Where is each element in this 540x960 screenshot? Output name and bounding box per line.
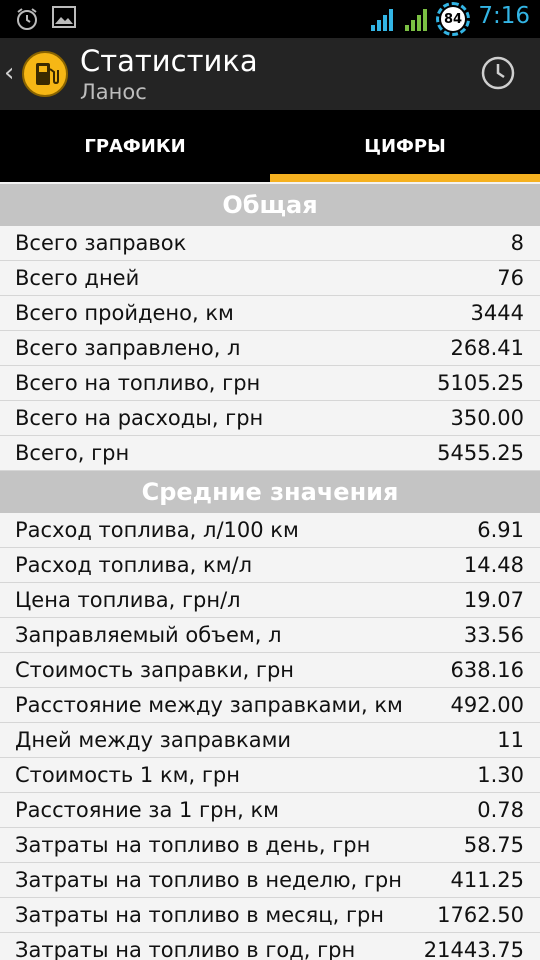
row-label: Расход топлива, л/100 км	[15, 518, 299, 542]
list-item: Всего на топливо, грн 5105.25	[0, 366, 540, 401]
page-subtitle: Ланос	[80, 80, 147, 104]
tab-numbers[interactable]: ЦИФРЫ	[270, 110, 540, 182]
row-label: Затраты на топливо в день, грн	[15, 833, 371, 857]
row-label: Затраты на топливо в месяц, грн	[15, 903, 385, 927]
list-item: Затраты на топливо в день, грн 58.75	[0, 828, 540, 863]
signal-icon	[371, 9, 393, 31]
chevron-left-icon[interactable]: ‹	[4, 58, 14, 88]
battery-level: 84	[441, 7, 465, 31]
row-label: Затраты на топливо в год, грн	[15, 938, 356, 960]
row-value: 411.25	[450, 868, 524, 892]
list-item: Затраты на топливо в год, грн 21443.75	[0, 933, 540, 960]
fuel-pump-icon[interactable]	[22, 51, 68, 97]
row-label: Стоимость 1 км, грн	[15, 763, 240, 787]
row-value: 21443.75	[423, 938, 524, 960]
row-value: 0.78	[477, 798, 524, 822]
statistics-list[interactable]: Общая Всего заправок 8 Всего дней 76 Всего…	[0, 184, 540, 960]
list-item: Всего дней 76	[0, 261, 540, 296]
row-label: Заправляемый объем, л	[15, 623, 282, 647]
history-clock-icon[interactable]	[480, 55, 516, 91]
row-value: 638.16	[450, 658, 524, 682]
row-label: Всего, грн	[15, 441, 130, 465]
action-bar: ‹ Статистика Ланос	[0, 38, 540, 110]
list-item: Затраты на топливо в неделю, грн 411.25	[0, 863, 540, 898]
tab-charts[interactable]: ГРАФИКИ	[0, 110, 270, 182]
row-value: 5455.25	[437, 441, 524, 465]
list-item: Затраты на топливо в месяц, грн 1762.50	[0, 898, 540, 933]
page-title: Статистика	[80, 44, 258, 78]
row-label: Расстояние за 1 грн, км	[15, 798, 280, 822]
list-item: Всего на расходы, грн 350.00	[0, 401, 540, 436]
clock: 7:16	[478, 3, 530, 29]
row-value: 350.00	[450, 406, 524, 430]
row-value: 3444	[470, 301, 524, 325]
row-label: Расстояние между заправками, км	[15, 693, 403, 717]
row-value: 8	[510, 231, 524, 255]
row-value: 1762.50	[437, 903, 524, 927]
section-header-general: Общая	[0, 184, 540, 226]
list-item: Расход топлива, л/100 км 6.91	[0, 513, 540, 548]
section-header-averages: Средние значения	[0, 471, 540, 513]
row-label: Дней между заправками	[15, 728, 292, 752]
row-value: 33.56	[463, 623, 524, 647]
row-value: 14.48	[463, 553, 524, 577]
row-value: 1.30	[477, 763, 524, 787]
status-bar: 84 7:16	[0, 0, 540, 38]
row-label: Всего на топливо, грн	[15, 371, 261, 395]
list-item: Расстояние за 1 грн, км 0.78	[0, 793, 540, 828]
row-value: 6.91	[477, 518, 524, 542]
row-value: 11	[497, 728, 524, 752]
list-item: Стоимость 1 км, грн 1.30	[0, 758, 540, 793]
list-item: Стоимость заправки, грн 638.16	[0, 653, 540, 688]
row-label: Затраты на топливо в неделю, грн	[15, 868, 402, 892]
row-label: Всего пройдено, км	[15, 301, 234, 325]
list-item: Цена топлива, грн/л 19.07	[0, 583, 540, 618]
list-item: Заправляемый объем, л 33.56	[0, 618, 540, 653]
row-label: Всего на расходы, грн	[15, 406, 264, 430]
list-item: Всего заправок 8	[0, 226, 540, 261]
row-label: Всего заправлено, л	[15, 336, 241, 360]
list-item: Всего пройдено, км 3444	[0, 296, 540, 331]
row-value: 5105.25	[437, 371, 524, 395]
list-item: Всего заправлено, л 268.41	[0, 331, 540, 366]
row-value: 492.00	[450, 693, 524, 717]
row-label: Цена топлива, грн/л	[15, 588, 241, 612]
list-item: Всего, грн 5455.25	[0, 436, 540, 471]
row-value: 268.41	[450, 336, 524, 360]
row-label: Всего дней	[15, 266, 140, 290]
tab-bar: ГРАФИКИ ЦИФРЫ	[0, 110, 540, 182]
row-value: 58.75	[463, 833, 524, 857]
signal-icon	[405, 9, 427, 31]
list-item: Дней между заправками 11	[0, 723, 540, 758]
alarm-clock-icon	[17, 8, 37, 30]
list-item: Расстояние между заправками, км 492.00	[0, 688, 540, 723]
image-icon	[52, 6, 76, 28]
row-label: Расход топлива, км/л	[15, 553, 253, 577]
row-value: 76	[497, 266, 524, 290]
row-label: Всего заправок	[15, 231, 187, 255]
row-label: Стоимость заправки, грн	[15, 658, 295, 682]
list-item: Расход топлива, км/л 14.48	[0, 548, 540, 583]
row-value: 19.07	[463, 588, 524, 612]
battery-indicator: 84	[436, 2, 470, 36]
